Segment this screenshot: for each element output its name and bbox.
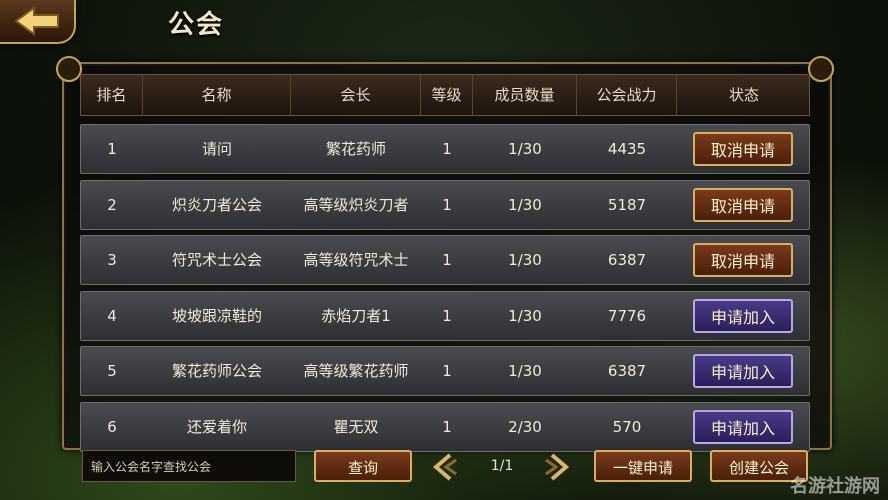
- cell-power: 4435: [607, 140, 647, 158]
- header-power: 公会战力: [577, 75, 677, 115]
- cell-members: 1/30: [508, 251, 542, 269]
- cancel-application-button[interactable]: 取消申请: [693, 187, 793, 222]
- cell-rank: 6: [107, 417, 117, 436]
- cell-members: 2/30: [508, 417, 542, 436]
- cell-rank: 5: [107, 362, 117, 380]
- cell-level: 1: [442, 362, 452, 380]
- cell-name: 还爱着你: [186, 417, 247, 436]
- chevron-right-icon[interactable]: [542, 452, 572, 482]
- table-row: 1 请问 繁花药师 1 1/30 4435 取消申请: [80, 124, 810, 174]
- cell-level: 1: [442, 306, 452, 325]
- table-row: 4 坡坡跟凉鞋的 赤焰刀者1 1 1/30 7776 申请加入: [80, 290, 810, 341]
- cell-leader: 赤焰刀者1: [321, 306, 391, 325]
- cell-rank: 2: [107, 195, 117, 214]
- apply-join-button[interactable]: 申请加入: [693, 298, 793, 333]
- table-header: 排名 名称 会长 等级 成员数量 公会战力 状态: [80, 74, 810, 116]
- cell-name: 炽炎刀者公会: [171, 195, 262, 214]
- table-row: 5 繁花药师公会 高等级繁花药师 1 1/30 6387 申请加入: [80, 346, 810, 396]
- header-rank: 排名: [81, 75, 143, 115]
- cell-power: 570: [612, 417, 642, 436]
- corner-ornament: [808, 56, 834, 82]
- cell-rank: 3: [107, 251, 117, 269]
- cell-members: 1/30: [508, 362, 542, 380]
- header-leader: 会长: [291, 75, 421, 115]
- back-button[interactable]: [0, 0, 76, 44]
- search-input[interactable]: 输入公会名字查找公会: [82, 450, 296, 482]
- cell-power: 5187: [607, 195, 647, 214]
- apply-join-button[interactable]: 申请加入: [693, 409, 793, 444]
- table-row: 6 还爱着你 瞿无双 1 2/30 570 申请加入: [80, 401, 810, 452]
- header-name: 名称: [143, 75, 291, 115]
- table-row: 3 符咒术士公会 高等级符咒术士 1 1/30 6387 取消申请: [80, 235, 810, 285]
- cell-leader: 繁花药师: [325, 140, 386, 158]
- cell-name: 请问: [201, 140, 232, 158]
- cell-name: 繁花药师公会: [171, 362, 262, 380]
- header-level: 等级: [421, 75, 473, 115]
- cell-rank: 4: [107, 306, 117, 325]
- one-click-apply-button[interactable]: 一键申请: [594, 450, 692, 482]
- bottom-bar: 输入公会名字查找公会 查询 1/1 一键申请 创建公会: [80, 448, 810, 490]
- page-title: 公会: [168, 10, 225, 40]
- cell-members: 1/30: [508, 140, 542, 158]
- cell-rank: 1: [107, 140, 117, 158]
- table-row: 2 炽炎刀者公会 高等级炽炎刀者 1 1/30 5187 取消申请: [80, 179, 810, 230]
- chevron-left-icon[interactable]: [430, 452, 460, 482]
- corner-ornament: [56, 56, 82, 82]
- cell-level: 1: [442, 195, 452, 214]
- cancel-application-button[interactable]: 取消申请: [693, 132, 793, 166]
- cell-power: 6387: [607, 251, 647, 269]
- page-indicator: 1/1: [490, 458, 514, 474]
- cell-level: 1: [442, 251, 452, 269]
- header-members: 成员数量: [473, 75, 577, 115]
- cancel-application-button[interactable]: 取消申请: [693, 243, 793, 277]
- cell-level: 1: [442, 140, 452, 158]
- back-arrow-icon: [14, 6, 59, 36]
- cell-power: 7776: [607, 306, 647, 325]
- cell-members: 1/30: [508, 306, 542, 325]
- header-status: 状态: [728, 86, 759, 104]
- search-button[interactable]: 查询: [314, 450, 412, 482]
- cell-leader: 高等级繁花药师: [303, 362, 409, 380]
- cell-power: 6387: [607, 362, 647, 380]
- cell-name: 坡坡跟凉鞋的: [171, 306, 262, 325]
- cell-leader: 瞿无双: [333, 417, 379, 436]
- cell-members: 1/30: [508, 195, 542, 214]
- cell-leader: 高等级符咒术士: [303, 251, 409, 269]
- apply-join-button[interactable]: 申请加入: [693, 354, 793, 388]
- cell-level: 1: [442, 417, 452, 436]
- cell-name: 符咒术士公会: [171, 251, 262, 269]
- watermark: 名游社游网: [790, 476, 880, 497]
- cell-leader: 高等级炽炎刀者: [303, 195, 409, 214]
